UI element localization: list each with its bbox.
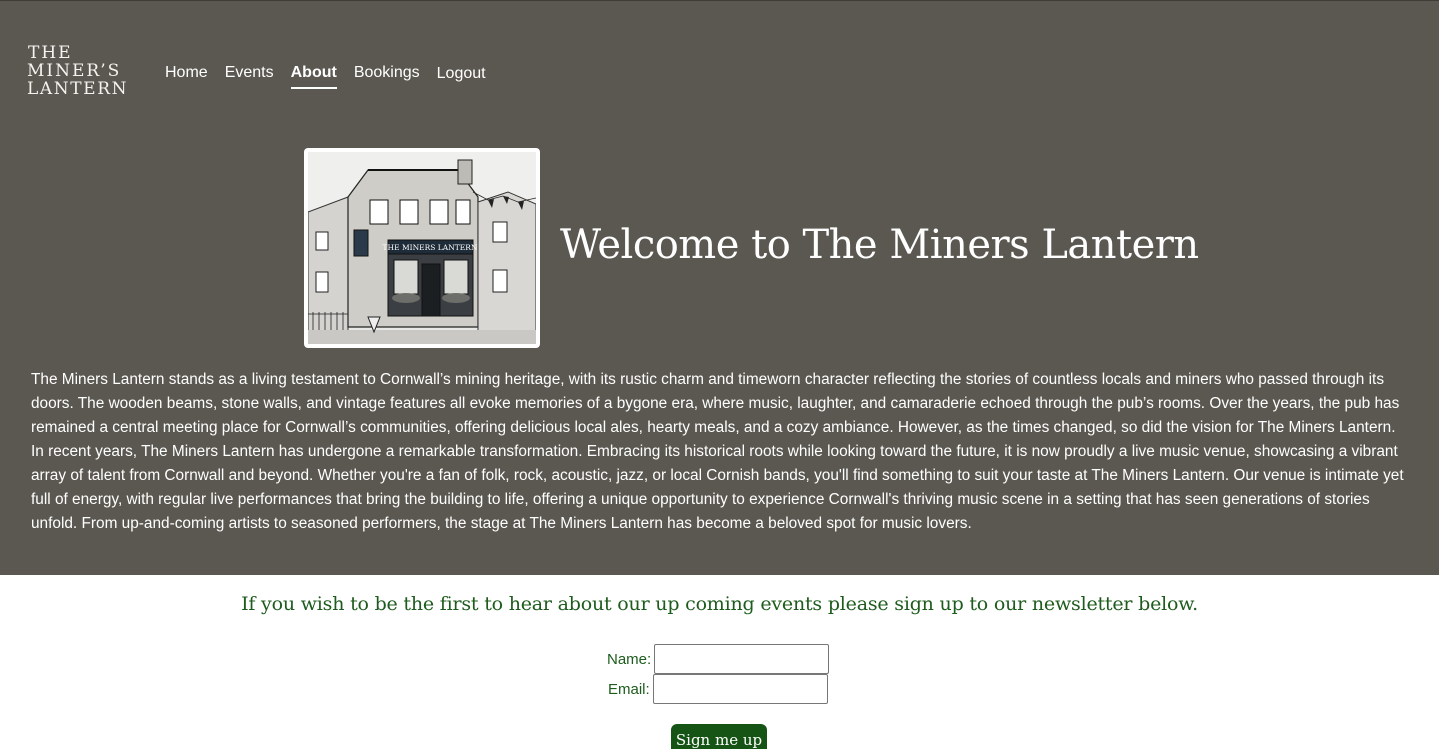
- name-row: Name:: [607, 644, 830, 674]
- nav-about[interactable]: About: [290, 63, 337, 89]
- main-nav: Home Events About Bookings Logout: [165, 63, 503, 89]
- about-paragraph-2: In recent years, The Miners Lantern has …: [31, 443, 1404, 532]
- nav-logout[interactable]: Logout: [437, 64, 486, 89]
- nav-home[interactable]: Home: [165, 63, 208, 89]
- newsletter-heading: If you wish to be the first to hear abou…: [241, 593, 1198, 615]
- page-title: Welcome to The Miners Lantern: [560, 222, 1199, 268]
- pub-sign-text: THE MINERS LANTERN: [383, 243, 478, 252]
- nav-events[interactable]: Events: [225, 63, 274, 89]
- email-input[interactable]: [652, 674, 828, 704]
- about-paragraph-1: The Miners Lantern stands as a living te…: [31, 371, 1400, 436]
- email-label: Email:: [608, 680, 650, 698]
- pub-sketch-image: THE MINERS LANTERN: [308, 152, 536, 344]
- logo-line-2: MINER’S: [27, 61, 122, 81]
- pub-illustration: THE MINERS LANTERN: [304, 148, 540, 348]
- header-section: THE MINER’S LANTERN Home Events About Bo…: [0, 0, 1439, 575]
- name-label: Name:: [607, 650, 652, 668]
- name-input[interactable]: [654, 644, 830, 674]
- sign-up-button[interactable]: Sign me up: [671, 724, 767, 749]
- nav-bookings[interactable]: Bookings: [354, 63, 420, 89]
- about-description: The Miners Lantern stands as a living te…: [31, 368, 1409, 536]
- logo-line-3: LANTERN: [27, 79, 129, 99]
- email-row: Email:: [608, 674, 828, 704]
- logo-line-1: THE: [28, 43, 73, 63]
- site-logo[interactable]: THE MINER’S LANTERN: [27, 44, 139, 98]
